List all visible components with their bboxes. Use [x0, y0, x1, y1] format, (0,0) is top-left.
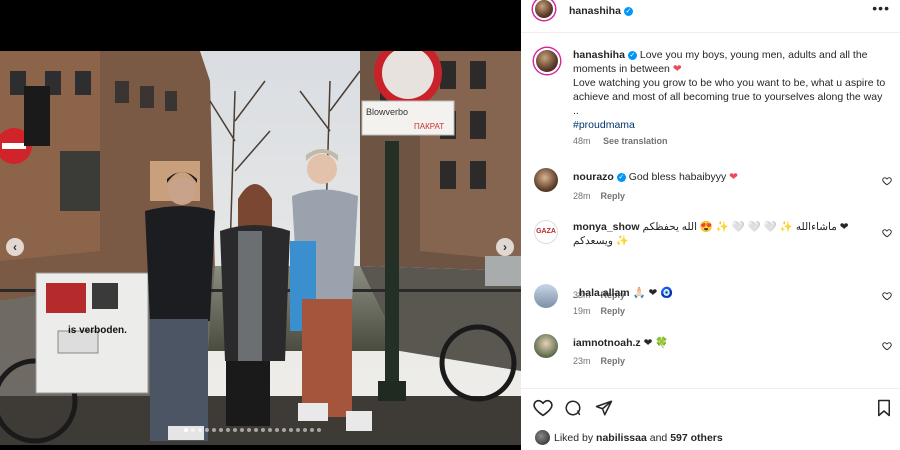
carousel-dot: [191, 428, 195, 432]
carousel-dot: [275, 428, 279, 432]
carousel-dot: [184, 428, 188, 432]
likes-count[interactable]: 597 others: [670, 432, 723, 444]
carousel-dot: [303, 428, 307, 432]
sign-text-1: is verboden.: [68, 325, 127, 336]
more-options-icon[interactable]: •••: [872, 0, 890, 16]
comment-username[interactable]: _hala.allam: [573, 287, 630, 299]
caption-line-2: Love watching you grow to be who you wan…: [573, 77, 886, 117]
comment-body-line-2: ويسعدكم ✨: [573, 235, 629, 247]
like-heart-icon[interactable]: [533, 399, 553, 417]
post-actions-bar: [521, 395, 900, 421]
media-pane: Blowverbo ПАКРАТ is verboden. ‹ ›: [0, 0, 521, 450]
see-translation-link[interactable]: See translation: [603, 136, 668, 146]
instagram-post-viewer: Blowverbo ПАКРАТ is verboden. ‹ › hanash…: [0, 0, 900, 450]
comment-meta: 23m Reply: [573, 356, 625, 366]
carousel-dot: [261, 428, 265, 432]
reply-button[interactable]: Reply: [601, 306, 626, 316]
commenter-avatar[interactable]: GAZA: [534, 220, 558, 244]
post-header: hanashiha ✓ •••: [521, 0, 900, 22]
carousel-dot: [198, 428, 202, 432]
heart-emoji-icon: ❤: [672, 63, 682, 75]
actions-divider: [521, 388, 900, 389]
comment-body: ماشاءالله ✨ 🤍 🤍 🤍 ✨ 😍 الله يحفظكم ❤: [642, 221, 849, 233]
post-caption: hanashiha ✓ Love you my boys, young men, …: [521, 36, 900, 146]
carousel-next-button[interactable]: ›: [496, 238, 514, 256]
sign-text-3: ПАКРАТ: [414, 122, 444, 131]
reply-button[interactable]: Reply: [601, 356, 626, 366]
comment-timestamp[interactable]: 28m: [573, 191, 591, 201]
header-divider: [521, 32, 900, 33]
caption-meta: 48m See translation: [573, 136, 886, 146]
comment-text: iamnotnoah.z ❤ 🍀: [573, 336, 860, 350]
commenter-avatar[interactable]: [534, 334, 558, 358]
comments-scroll-area[interactable]: hanashiha ✓ Love you my boys, young men, …: [521, 36, 900, 388]
comment-body: 🙏🏻 ❤ 🧿: [632, 287, 674, 299]
commenter-avatar[interactable]: [534, 168, 558, 192]
comment-text: _hala.allam 🙏🏻 ❤ 🧿: [573, 286, 860, 300]
comment-body: ❤ 🍀: [643, 337, 669, 349]
comment-timestamp[interactable]: 23m: [573, 356, 591, 366]
liker-username[interactable]: nabilissaa: [596, 432, 647, 444]
verified-badge-icon: ✓: [623, 6, 633, 16]
comment-username[interactable]: iamnotnoah.z: [573, 337, 641, 349]
post-photo[interactable]: Blowverbo ПАКРАТ is verboden.: [0, 51, 521, 445]
comment-text: nourazo ✓ God bless habaibyyy ❤: [573, 170, 860, 184]
comment-username[interactable]: nourazo: [573, 171, 614, 183]
carousel-dot: [240, 428, 244, 432]
save-bookmark-icon[interactable]: [876, 399, 892, 417]
heart-emoji-icon: ❤: [729, 171, 738, 183]
like-comment-heart-icon[interactable]: [882, 176, 892, 186]
reply-button[interactable]: Reply: [601, 191, 626, 201]
carousel-dot: [205, 428, 209, 432]
caption-timestamp[interactable]: 48m: [573, 136, 591, 146]
commenter-avatar[interactable]: [534, 284, 558, 308]
author-username[interactable]: hanashiha: [569, 5, 621, 17]
verified-badge-icon: ✓: [627, 50, 637, 60]
comment-meta: 19m Reply: [573, 306, 625, 316]
caption-username[interactable]: hanashiha: [573, 49, 625, 61]
carousel-dot: [226, 428, 230, 432]
like-comment-heart-icon[interactable]: [882, 291, 892, 301]
comment-body: God bless habaibyyy: [628, 171, 727, 183]
carousel-dot: [219, 428, 223, 432]
likes-summary: Liked by nabilissaa and 597 others: [535, 430, 723, 445]
comment-bubble-icon[interactable]: [563, 399, 583, 417]
comment-timestamp[interactable]: 19m: [573, 306, 591, 316]
carousel-prev-button[interactable]: ‹: [6, 238, 24, 256]
carousel-dot: [212, 428, 216, 432]
carousel-dot: [317, 428, 321, 432]
carousel-dot: [289, 428, 293, 432]
sign-text-2: Blowverbo: [366, 107, 408, 117]
caption-author-avatar[interactable]: [534, 48, 560, 74]
carousel-dot: [296, 428, 300, 432]
verified-badge-icon: ✓: [616, 172, 626, 182]
comment-meta: 28m Reply: [573, 191, 625, 201]
share-send-icon[interactable]: [594, 399, 614, 417]
carousel-dot: [310, 428, 314, 432]
carousel-dot: [268, 428, 272, 432]
likes-connector: and: [649, 431, 668, 444]
comment-username[interactable]: monya_show: [573, 221, 640, 233]
author-avatar[interactable]: [533, 0, 555, 20]
carousel-dot: [282, 428, 286, 432]
carousel-dot: [233, 428, 237, 432]
liker-avatar[interactable]: [535, 430, 550, 445]
like-comment-heart-icon[interactable]: [882, 228, 892, 238]
post-details-panel: hanashiha ✓ ••• hanashiha ✓ Love you my b…: [521, 0, 900, 450]
carousel-dot: [254, 428, 258, 432]
carousel-dots: [184, 428, 321, 432]
carousel-dot: [247, 428, 251, 432]
hashtag-link[interactable]: #proudmama: [573, 118, 886, 132]
comment-text: monya_show ماشاءالله ✨ 🤍 🤍 🤍 ✨ 😍 الله يح…: [573, 220, 860, 248]
like-comment-heart-icon[interactable]: [882, 341, 892, 351]
caption-text: hanashiha ✓ Love you my boys, young men, …: [573, 48, 886, 132]
likes-prefix: Liked by: [554, 431, 594, 444]
